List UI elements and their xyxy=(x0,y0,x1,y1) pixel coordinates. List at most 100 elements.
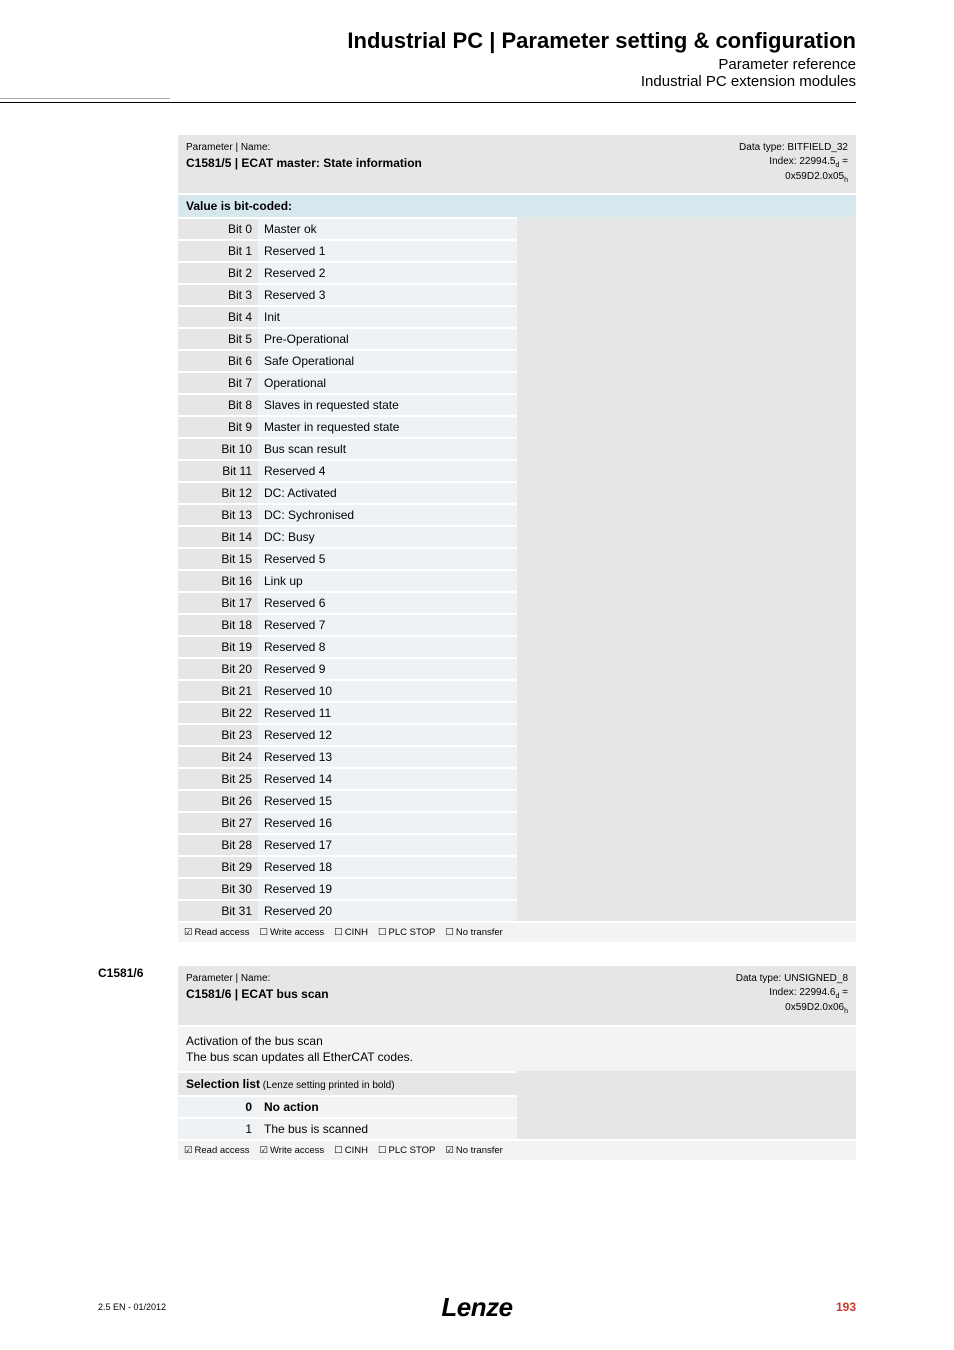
bit-number: Bit 31 xyxy=(178,900,258,921)
parameter-label: Parameter | Name: xyxy=(186,141,422,155)
selection-value: 0 xyxy=(178,1096,258,1118)
bit-number: Bit 19 xyxy=(178,636,258,658)
bit-description: Init xyxy=(258,306,517,328)
bit-row: Bit 17Reserved 6 xyxy=(178,592,517,614)
selection-text: No action xyxy=(258,1096,517,1118)
bit-description: Reserved 2 xyxy=(258,262,517,284)
bit-number: Bit 12 xyxy=(178,482,258,504)
bit-number: Bit 9 xyxy=(178,416,258,438)
bit-description: Reserved 1 xyxy=(258,240,517,262)
bit-description: Safe Operational xyxy=(258,350,517,372)
bit-number: Bit 20 xyxy=(178,658,258,680)
selection-value: 1 xyxy=(178,1118,258,1139)
bit-row: Bit 9Master in requested state xyxy=(178,416,517,438)
bit-row: Bit 23Reserved 12 xyxy=(178,724,517,746)
bit-number: Bit 8 xyxy=(178,394,258,416)
bit-row: Bit 8Slaves in requested state xyxy=(178,394,517,416)
bit-number: Bit 5 xyxy=(178,328,258,350)
bit-row: Bit 5Pre-Operational xyxy=(178,328,517,350)
bit-row: Bit 12DC: Activated xyxy=(178,482,517,504)
bit-row: Bit 27Reserved 16 xyxy=(178,812,517,834)
bit-number: Bit 21 xyxy=(178,680,258,702)
bit-description: DC: Activated xyxy=(258,482,517,504)
footer-version: 2.5 EN - 01/2012 xyxy=(98,1302,166,1312)
bit-description: Master ok xyxy=(258,218,517,240)
access-notransfer: ☐No transfer xyxy=(445,927,503,938)
selection-row: 0No action xyxy=(178,1096,517,1118)
selection-text: The bus is scanned xyxy=(258,1118,517,1139)
bitcoded-header: Value is bit-coded: xyxy=(178,193,856,217)
bit-row: Bit 10Bus scan result xyxy=(178,438,517,460)
page-header: Industrial PC | Parameter setting & conf… xyxy=(0,0,954,96)
bit-description: Reserved 7 xyxy=(258,614,517,636)
selection-list-header: Selection list (Lenze setting printed in… xyxy=(178,1071,517,1095)
access-row: ☑Read access ☑Write access ☐CINH ☐PLC ST… xyxy=(178,1139,856,1160)
bit-row: Bit 18Reserved 7 xyxy=(178,614,517,636)
bit-description: Reserved 6 xyxy=(258,592,517,614)
bit-number: Bit 30 xyxy=(178,878,258,900)
bit-number: Bit 17 xyxy=(178,592,258,614)
parameter-hex: 0x59D2.0x06h xyxy=(736,1001,848,1016)
parameter-hex: 0x59D2.0x05h xyxy=(739,170,848,185)
parameter-index: Index: 22994.5d = xyxy=(739,155,848,170)
bit-number: Bit 28 xyxy=(178,834,258,856)
parameter-index: Index: 22994.6d = xyxy=(736,986,848,1001)
bit-description: Reserved 4 xyxy=(258,460,517,482)
page-subtitle-2: Industrial PC extension modules xyxy=(0,73,856,90)
bit-number: Bit 24 xyxy=(178,746,258,768)
bit-number: Bit 22 xyxy=(178,702,258,724)
bit-description: Reserved 10 xyxy=(258,680,517,702)
bit-number: Bit 14 xyxy=(178,526,258,548)
selection-row: 1The bus is scanned xyxy=(178,1118,517,1139)
bit-number: Bit 3 xyxy=(178,284,258,306)
parameter-name: C1581/5 | ECAT master: State information xyxy=(186,155,422,171)
bit-description: Link up xyxy=(258,570,517,592)
bit-description: DC: Busy xyxy=(258,526,517,548)
bit-number: Bit 26 xyxy=(178,790,258,812)
access-cinh: ☐CINH xyxy=(334,927,368,938)
bit-description: Reserved 15 xyxy=(258,790,517,812)
bit-row: Bit 21Reserved 10 xyxy=(178,680,517,702)
bit-row: Bit 24Reserved 13 xyxy=(178,746,517,768)
parameter-header: Parameter | Name: C1581/5 | ECAT master:… xyxy=(178,135,856,193)
bit-number: Bit 4 xyxy=(178,306,258,328)
bit-description: Reserved 19 xyxy=(258,878,517,900)
bit-row: Bit 20Reserved 9 xyxy=(178,658,517,680)
bit-row: Bit 25Reserved 14 xyxy=(178,768,517,790)
bit-row: Bit 31Reserved 20 xyxy=(178,900,517,921)
parameter-meta: Data type: BITFIELD_32 Index: 22994.5d =… xyxy=(739,141,848,185)
parameter-datatype: Data type: UNSIGNED_8 xyxy=(736,972,848,986)
footer-page-number: 193 xyxy=(836,1300,856,1314)
bit-description: Reserved 16 xyxy=(258,812,517,834)
bit-number: Bit 10 xyxy=(178,438,258,460)
bit-description: Reserved 5 xyxy=(258,548,517,570)
bit-number: Bit 27 xyxy=(178,812,258,834)
page-subtitle-1: Parameter reference xyxy=(0,56,856,73)
parameter-box-c1581-5: Parameter | Name: C1581/5 | ECAT master:… xyxy=(178,135,856,942)
bit-number: Bit 2 xyxy=(178,262,258,284)
bit-row: Bit 14DC: Busy xyxy=(178,526,517,548)
footer-logo: Lenze xyxy=(441,1292,512,1323)
bit-number: Bit 0 xyxy=(178,218,258,240)
access-plcstop: ☐PLC STOP xyxy=(378,927,435,938)
bit-description: Reserved 20 xyxy=(258,900,517,921)
bit-row: Bit 29Reserved 18 xyxy=(178,856,517,878)
bit-number: Bit 15 xyxy=(178,548,258,570)
bit-description: Reserved 14 xyxy=(258,768,517,790)
bit-number: Bit 23 xyxy=(178,724,258,746)
bit-row: Bit 16Link up xyxy=(178,570,517,592)
bit-description: Reserved 3 xyxy=(258,284,517,306)
parameter-datatype: Data type: BITFIELD_32 xyxy=(739,141,848,155)
parameter-description: Activation of the bus scan The bus scan … xyxy=(178,1025,856,1071)
bit-table: Bit 0Master okBit 1Reserved 1Bit 2Reserv… xyxy=(178,217,517,921)
page-footer: 2.5 EN - 01/2012 Lenze 193 xyxy=(0,1300,954,1314)
bit-row: Bit 15Reserved 5 xyxy=(178,548,517,570)
bit-description: Pre-Operational xyxy=(258,328,517,350)
bit-description: Reserved 17 xyxy=(258,834,517,856)
bit-row: Bit 4Init xyxy=(178,306,517,328)
header-rule-left xyxy=(0,98,170,99)
bit-row: Bit 7Operational xyxy=(178,372,517,394)
bit-number: Bit 1 xyxy=(178,240,258,262)
bit-row: Bit 26Reserved 15 xyxy=(178,790,517,812)
parameter-header: Parameter | Name: C1581/6 | ECAT bus sca… xyxy=(178,966,856,1024)
